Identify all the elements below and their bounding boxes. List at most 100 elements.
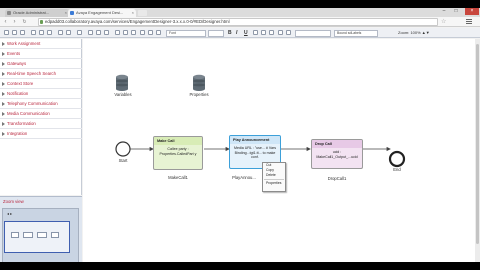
- forward-icon[interactable]: ›: [11, 18, 18, 26]
- bookmark-star-icon[interactable]: ☆: [441, 18, 446, 25]
- group-icon[interactable]: [115, 30, 120, 35]
- browser-tab-oracle[interactable]: Oracle Administrat... ×: [5, 9, 69, 17]
- fill-color-icon[interactable]: [286, 30, 291, 35]
- paste-icon[interactable]: [47, 30, 52, 35]
- align-left-icon[interactable]: [253, 30, 258, 35]
- drop-call-caption: DropCall1: [327, 176, 347, 181]
- tab-label: Oracle Administrat...: [13, 10, 50, 15]
- grid-icon[interactable]: [156, 30, 161, 35]
- expand-arrow-icon: [2, 52, 5, 56]
- zoom-level[interactable]: Zoom: 100% ▲▼: [398, 29, 430, 37]
- start-label: Start: [118, 158, 128, 163]
- open-icon[interactable]: [12, 30, 17, 35]
- palette-label: Notification: [7, 91, 29, 96]
- designer-canvas[interactable]: Variables Properties Start End Make Call…: [83, 39, 475, 262]
- minimap-node: [11, 232, 19, 238]
- zoom-view-frame[interactable]: [4, 221, 70, 253]
- palette-item-context-store[interactable]: Context Store: [0, 79, 82, 89]
- bold-button[interactable]: B: [228, 29, 232, 37]
- address-bar-row: ‹ › ↻ edpadd03.collaboratory.avaya.com/s…: [0, 17, 480, 27]
- end-label: End: [393, 167, 401, 172]
- font-size-select[interactable]: [208, 29, 224, 37]
- tab-strip: Oracle Administrat... × Avaya Engagement…: [0, 8, 480, 17]
- palette-panel: Work Assignment Events Gateways Real-tim…: [0, 39, 82, 195]
- browser-tab-engagement-designer[interactable]: Avaya Engagement Desi... ×: [68, 9, 136, 17]
- align-icon[interactable]: [131, 30, 136, 35]
- minimap-node: [37, 232, 47, 238]
- new-tab-button[interactable]: [138, 10, 147, 16]
- zoom-view-area[interactable]: ◂ ▸: [2, 208, 79, 262]
- font-family-select[interactable]: Font: [166, 29, 206, 37]
- variables-database-icon[interactable]: [116, 74, 128, 91]
- palette-item-work-assignment[interactable]: Work Assignment: [0, 39, 82, 49]
- style-select[interactable]: [295, 29, 331, 37]
- palette-item-notification[interactable]: Notification: [0, 89, 82, 99]
- palette-item-speech-search[interactable]: Real-time Speech Search: [0, 69, 82, 79]
- delete-icon[interactable]: [77, 30, 82, 35]
- expand-arrow-icon: [2, 42, 5, 46]
- layer-front-icon[interactable]: [140, 30, 145, 35]
- back-icon[interactable]: ‹: [2, 18, 9, 26]
- drop-call-body: ucid : MakeCall1_Output_...ucid: [316, 150, 358, 159]
- context-menu-properties[interactable]: Properties: [263, 181, 285, 186]
- close-tab-icon[interactable]: ×: [132, 9, 134, 17]
- expand-arrow-icon: [2, 92, 5, 96]
- lock-icon: [40, 20, 43, 24]
- connector-select[interactable]: Bound sdLabels: [334, 29, 378, 37]
- italic-button[interactable]: I: [236, 29, 237, 37]
- page-favicon-icon: [7, 11, 11, 15]
- palette-item-integration[interactable]: Integration: [0, 129, 82, 139]
- expand-arrow-icon: [2, 102, 5, 106]
- palette-label: Integration: [7, 131, 28, 136]
- url-input[interactable]: edpadd03.collaboratory.avaya.com/service…: [38, 18, 438, 26]
- ungroup-icon[interactable]: [123, 30, 128, 35]
- copy-icon[interactable]: [39, 30, 44, 35]
- font-color-icon[interactable]: [278, 30, 283, 35]
- expand-arrow-icon: [2, 132, 5, 136]
- undo-icon[interactable]: [58, 30, 63, 35]
- cut-icon[interactable]: [31, 30, 36, 35]
- zoom-nav-arrows-icon[interactable]: ◂ ▸: [7, 211, 12, 216]
- play-announcement-caption: PlayAnnou...: [232, 175, 256, 180]
- zoom-out-icon[interactable]: [96, 30, 101, 35]
- palette-label: Media Communication: [7, 111, 50, 116]
- expand-arrow-icon: [2, 112, 5, 116]
- connector-value: Bound sdLabels: [337, 30, 362, 35]
- drop-call-task[interactable]: Drop Call ucid : MakeCall1_Output_...uci…: [311, 139, 363, 169]
- underline-button[interactable]: U: [244, 29, 248, 37]
- palette-label: Context Store: [7, 81, 34, 86]
- reload-icon[interactable]: ↻: [21, 18, 28, 26]
- browser-menu-icon[interactable]: [466, 19, 472, 25]
- palette-label: Telephony Communication: [7, 101, 58, 106]
- align-center-icon[interactable]: [261, 30, 266, 35]
- new-icon[interactable]: [4, 30, 9, 35]
- scrollbar-thumb[interactable]: [476, 44, 479, 244]
- minimize-icon[interactable]: –: [440, 8, 448, 15]
- zoom-in-icon[interactable]: [88, 30, 93, 35]
- start-event-circle[interactable]: [115, 141, 131, 157]
- palette-item-events[interactable]: Events: [0, 49, 82, 59]
- expand-arrow-icon: [2, 62, 5, 66]
- page-favicon-icon: [70, 11, 74, 15]
- close-window-icon[interactable]: ×: [465, 8, 479, 15]
- palette-item-gateways[interactable]: Gateways: [0, 59, 82, 69]
- make-call-task[interactable]: Make Call Callee party : Properties.Call…: [153, 136, 203, 170]
- close-tab-icon[interactable]: ×: [65, 9, 67, 17]
- properties-database-icon[interactable]: [193, 74, 205, 91]
- end-event-circle[interactable]: [388, 150, 406, 168]
- play-announcement-body: Media URL : "use... # Vars Binding...tgt…: [233, 146, 277, 160]
- minimap-node: [23, 232, 33, 238]
- make-call-caption: MakeCall1: [168, 175, 188, 180]
- palette-item-transformation[interactable]: Transformation: [0, 119, 82, 129]
- maximize-icon[interactable]: □: [452, 8, 460, 15]
- url-text: edpadd03.collaboratory.avaya.com/service…: [45, 19, 230, 24]
- save-icon[interactable]: [20, 30, 25, 35]
- palette-item-telephony[interactable]: Telephony Communication: [0, 99, 82, 109]
- palette-item-media[interactable]: Media Communication: [0, 109, 82, 119]
- align-right-icon[interactable]: [269, 30, 274, 35]
- layer-back-icon[interactable]: [148, 30, 153, 35]
- context-menu-delete[interactable]: Delete: [263, 173, 285, 178]
- redo-icon[interactable]: [66, 30, 71, 35]
- fit-icon[interactable]: [104, 30, 109, 35]
- context-menu: Cut Copy Delete Properties: [262, 162, 286, 192]
